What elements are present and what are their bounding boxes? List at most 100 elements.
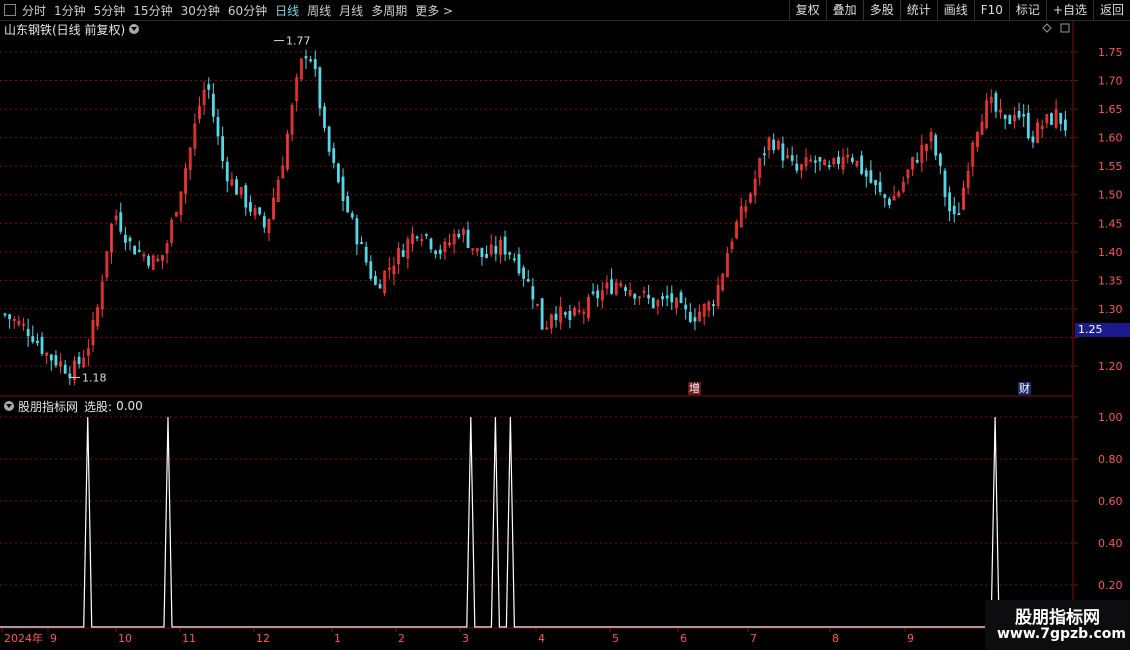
candle-body	[364, 246, 368, 263]
candle-body	[1050, 113, 1053, 125]
candle-body	[360, 242, 363, 244]
mark-zeng[interactable]: 增	[688, 381, 701, 395]
candle-body	[1017, 110, 1021, 118]
candle-body	[934, 135, 938, 156]
time-tick-label: 9	[907, 632, 914, 645]
candle-body	[795, 163, 799, 171]
time-tick-label: 4	[538, 632, 545, 645]
candle-body	[957, 213, 961, 216]
candle-body	[207, 84, 211, 90]
watermark: 股朋指标网 www.7gpzb.com	[985, 600, 1130, 650]
candle-body	[531, 286, 535, 300]
watermark-title: 股朋指标网	[1015, 608, 1100, 628]
candle-body	[878, 181, 882, 192]
candle-body	[563, 312, 567, 315]
candle-body	[225, 161, 229, 182]
signal-line	[0, 416, 1073, 628]
candle-body	[665, 295, 669, 299]
candle-body	[503, 236, 507, 255]
candle-body	[480, 247, 484, 258]
candle-body	[244, 185, 248, 208]
candle-body	[350, 213, 354, 218]
candle-body	[401, 250, 405, 257]
candle-body	[137, 249, 141, 252]
candle-body	[485, 253, 488, 258]
time-tick-label: 2	[398, 632, 405, 645]
indicator-tick-label: 0.20	[1098, 579, 1123, 592]
mark-cai[interactable]: 财	[1018, 381, 1031, 395]
candle-body	[688, 311, 692, 322]
indicator-grid	[0, 416, 1073, 586]
candle-body	[837, 156, 840, 165]
candle-body	[670, 293, 674, 303]
candle-body	[216, 117, 220, 137]
candle-body	[943, 170, 947, 197]
candle-body	[938, 153, 942, 166]
candle-body	[415, 236, 419, 239]
candle-body	[341, 176, 345, 202]
candle-body	[133, 245, 137, 255]
candle-body	[633, 293, 637, 299]
candle-body	[336, 163, 340, 183]
candle-body	[40, 336, 44, 354]
candle-body	[494, 246, 498, 254]
kline-chart[interactable]: 1.75 1.70 1.65 1.60 1.55 1.50 1.45 1.40 1.35 1.30…	[0, 0, 1130, 650]
chevron-down-icon[interactable]	[4, 401, 14, 411]
candle-body	[651, 297, 655, 308]
candle-body	[772, 139, 776, 151]
candle-body	[355, 218, 359, 245]
candle-body	[818, 156, 822, 162]
candle-body	[596, 290, 600, 299]
candle-body	[781, 143, 785, 161]
price-grid	[0, 51, 1073, 367]
candle-body	[869, 170, 873, 183]
low-marker-label: 1.18	[82, 371, 107, 384]
candle-body	[1022, 114, 1026, 117]
candle-body	[762, 153, 766, 156]
candle-body	[540, 298, 544, 330]
candle-body	[864, 170, 868, 177]
candle-body	[332, 148, 336, 163]
candle-body	[522, 267, 526, 279]
candle-body	[249, 202, 252, 212]
price-tick-label: 1.40	[1098, 246, 1123, 259]
candle-body	[813, 160, 817, 163]
candle-body	[874, 180, 877, 186]
price-tick-label: 1.75	[1098, 46, 1123, 59]
watermark-url: www.7gpzb.com	[997, 626, 1127, 642]
indicator-tick-label: 0.40	[1098, 537, 1123, 550]
candle-body	[128, 237, 132, 242]
candle-body	[860, 155, 864, 174]
candle-body	[323, 106, 326, 129]
candle-body	[554, 313, 558, 321]
candle-body	[77, 356, 81, 364]
candle-body	[948, 192, 952, 212]
time-tick-label: 7	[750, 632, 757, 645]
candle-body	[378, 284, 382, 289]
indicator-value: 0.00	[116, 399, 143, 413]
time-tick-label: 11	[182, 632, 196, 645]
candle-body	[211, 93, 215, 117]
candle-body	[1026, 112, 1030, 139]
candle-body	[221, 136, 225, 161]
price-tick-label: 1.20	[1098, 360, 1123, 373]
diamond-icon[interactable]	[1042, 23, 1052, 33]
price-tick-label: 1.65	[1098, 103, 1123, 116]
candle-body	[63, 364, 67, 374]
corner-square-icon[interactable]	[1060, 23, 1070, 33]
candle-body	[466, 229, 470, 248]
candle-body	[712, 304, 715, 306]
candle-body	[262, 216, 266, 228]
mark-zeng-label: 增	[688, 382, 701, 395]
candle-body	[3, 313, 7, 316]
candle-body	[693, 317, 697, 322]
candle-body	[1059, 112, 1063, 124]
candle-body	[429, 238, 433, 250]
candle-body	[888, 198, 891, 206]
candle-body	[309, 59, 313, 62]
candle-body	[119, 212, 123, 232]
candle-body	[235, 179, 238, 195]
candle-body	[327, 126, 331, 152]
price-tick-label: 1.70	[1098, 75, 1123, 88]
candle-body	[512, 258, 516, 261]
